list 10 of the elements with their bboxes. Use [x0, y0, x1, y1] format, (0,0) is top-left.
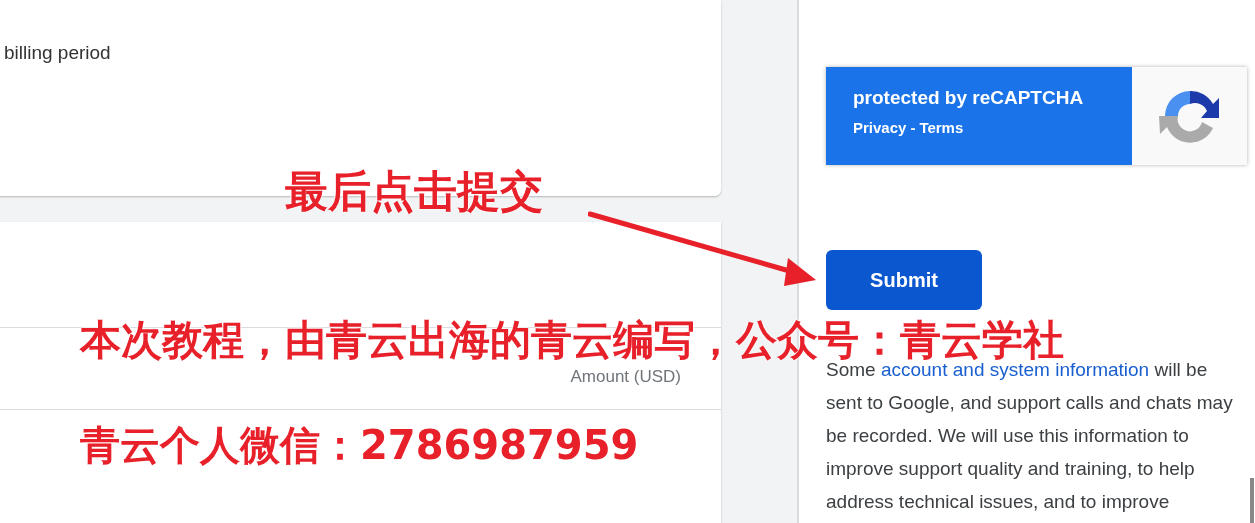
column-header: Amount (USD) — [570, 367, 681, 387]
annotation-text: 青云个人微信：2786987959 — [80, 421, 639, 470]
recaptcha-title: protected by reCAPTCHA — [853, 87, 1085, 109]
privacy-link[interactable]: Privacy — [853, 119, 907, 136]
submit-button[interactable]: Submit — [826, 250, 982, 310]
terms-link[interactable]: Terms — [919, 119, 964, 136]
separator-text: - — [910, 119, 916, 136]
scrollbar[interactable] — [1250, 478, 1254, 523]
annotation-text: 最后点击提交 — [285, 165, 543, 218]
billing-period-text: billing period — [4, 42, 111, 63]
